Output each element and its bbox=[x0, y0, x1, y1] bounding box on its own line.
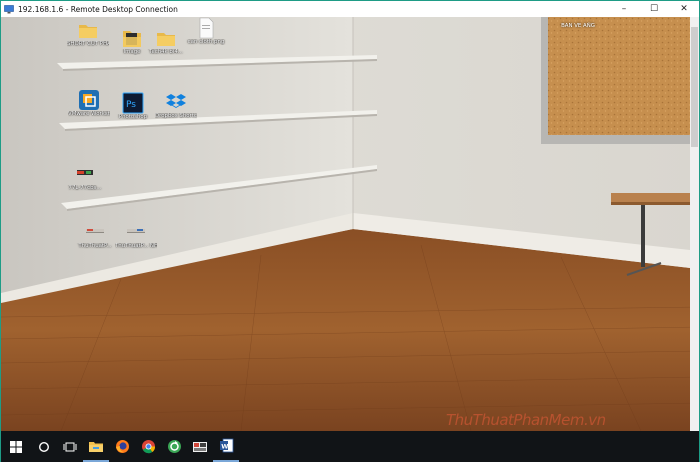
desktop-icon-can-cloth[interactable]: can cloth.png bbox=[185, 17, 227, 45]
desktop-icon-tech-folder[interactable]: Tech4k bi4... bbox=[145, 27, 187, 55]
watermark-text: ThuThuatPhanMem.vn bbox=[446, 411, 606, 429]
windows-start-icon bbox=[10, 440, 22, 453]
image-file-icon bbox=[86, 229, 104, 233]
desktop-icon-label: can cloth.png bbox=[187, 39, 225, 45]
taskbar-chrome[interactable] bbox=[135, 431, 161, 462]
desktop-icon-label: 77L-77cbs... bbox=[68, 185, 102, 191]
file-explorer-icon bbox=[89, 441, 103, 452]
desktop-icon-thuthuat-2[interactable]: ThuThuatP... NHH.png bbox=[115, 221, 157, 249]
desktop-icon-photoshop[interactable]: Ps Photoshop bbox=[112, 92, 154, 120]
cortana-button[interactable] bbox=[31, 431, 57, 462]
window-title: 192.168.1.6 - Remote Desktop Connection bbox=[18, 4, 178, 14]
chrome-icon bbox=[141, 440, 155, 454]
desktop-icon-label: VMware Workstati... bbox=[68, 111, 110, 117]
desktop-icon-77l[interactable]: 77L-77cbs... bbox=[64, 163, 106, 191]
taskbar-green-app[interactable] bbox=[161, 431, 187, 462]
desktop-icon-label: ThuThuatP... bbox=[78, 243, 112, 249]
firefox-icon bbox=[115, 440, 129, 453]
taskbar-word[interactable]: W bbox=[213, 431, 239, 462]
task-view-icon bbox=[63, 442, 77, 451]
photoshop-icon: Ps bbox=[122, 92, 144, 114]
remote-desktop-icon bbox=[4, 4, 14, 13]
desktop-icon-label: Photoshop bbox=[118, 114, 148, 120]
minimize-button[interactable]: – bbox=[609, 1, 639, 17]
taskbar: W bbox=[1, 431, 699, 462]
close-button[interactable]: ✕ bbox=[669, 1, 699, 17]
folder-icon bbox=[157, 33, 175, 46]
image-file-icon bbox=[77, 170, 93, 175]
vertical-scrollbar[interactable] bbox=[690, 17, 699, 431]
folder-icon bbox=[79, 25, 97, 38]
desktop-icon-dropbox[interactable]: Dropbox Shortcut bbox=[155, 91, 197, 119]
desktop-icon-label: ThuThuatP... NHH.png bbox=[115, 243, 157, 249]
document-icon bbox=[199, 17, 214, 39]
task-view-button[interactable] bbox=[57, 431, 83, 462]
vmware-icon bbox=[79, 90, 99, 110]
gallery-app-icon bbox=[193, 441, 207, 452]
image-file-icon bbox=[127, 229, 145, 233]
desktop-icon-thuthuat-1[interactable]: ThuThuatP... bbox=[74, 221, 116, 249]
taskbar-firefox[interactable] bbox=[109, 431, 135, 462]
desktop-icon-label: Dropbox Shortcut bbox=[155, 113, 197, 119]
desktop-icon-label: SHORT CUT PHẦN MỀ... bbox=[67, 41, 109, 47]
cortana-icon bbox=[38, 441, 50, 452]
corkboard-note: BAN VE AÑG bbox=[561, 23, 595, 29]
maximize-button[interactable]: ☐ bbox=[639, 1, 669, 17]
svg-text:W: W bbox=[221, 442, 228, 450]
remote-desktop-window: 192.168.1.6 - Remote Desktop Connection … bbox=[0, 0, 700, 462]
scrollbar-thumb[interactable] bbox=[691, 27, 698, 147]
title-bar[interactable]: 192.168.1.6 - Remote Desktop Connection … bbox=[1, 1, 699, 17]
folder-icon bbox=[123, 31, 141, 47]
desktop-icon-shortcut-folder[interactable]: SHORT CUT PHẦN MỀ... bbox=[67, 19, 109, 47]
word-icon: W bbox=[219, 438, 233, 453]
green-app-icon bbox=[167, 440, 181, 453]
taskbar-file-explorer[interactable] bbox=[83, 431, 109, 462]
desktop-icon-vmware[interactable]: VMware Workstati... bbox=[68, 89, 110, 117]
taskbar-gallery-app[interactable] bbox=[187, 431, 213, 462]
svg-text:Ps: Ps bbox=[126, 100, 136, 110]
dropbox-icon bbox=[166, 94, 186, 108]
desktop-icon-label: Tech4k bi4... bbox=[149, 49, 183, 55]
start-button[interactable] bbox=[1, 431, 31, 462]
window-controls: – ☐ ✕ bbox=[609, 1, 699, 17]
remote-desktop-screen[interactable]: BAN VE AÑG SHORT CUT PHẦN MỀ... Image Te… bbox=[1, 17, 699, 431]
